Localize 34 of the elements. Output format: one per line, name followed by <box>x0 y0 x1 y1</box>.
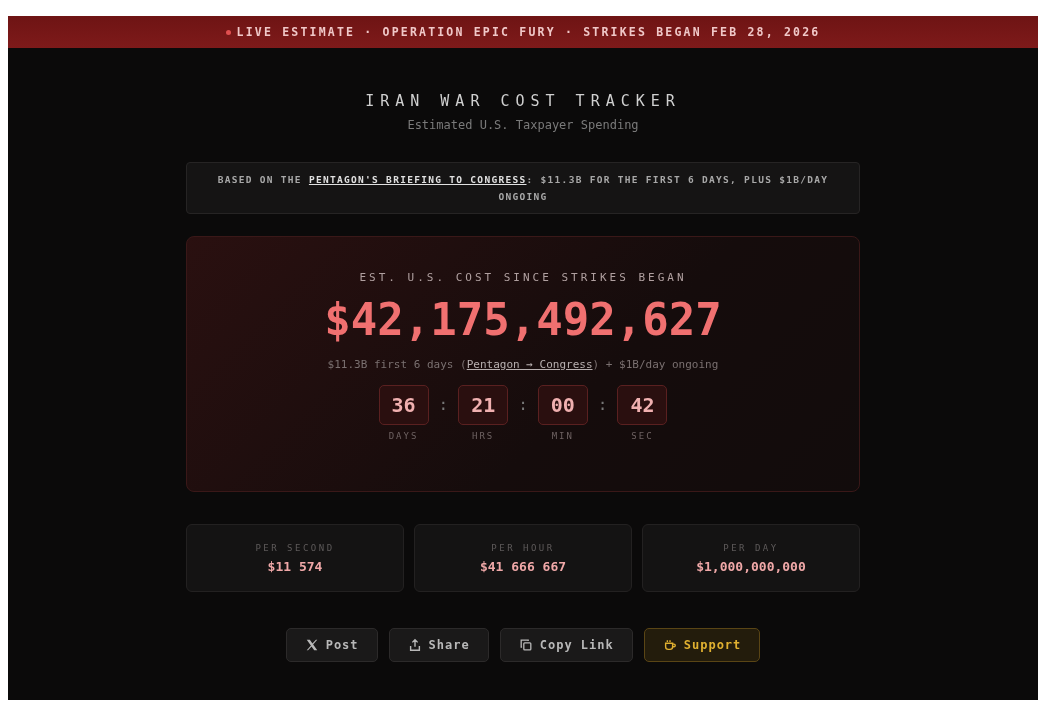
time-value: 36 <box>378 385 429 425</box>
page-title: IRAN WAR COST TRACKER <box>365 92 681 110</box>
share-button[interactable]: Share <box>388 628 489 662</box>
rate-label: PER HOUR <box>491 542 555 553</box>
rate-label: PER DAY <box>723 542 779 553</box>
time-separator: : <box>518 394 528 416</box>
time-value: 00 <box>537 385 588 425</box>
time-unit-label: SEC <box>631 431 654 441</box>
time-value: 42 <box>617 385 668 425</box>
cost-amount: $42,175,492,627 <box>324 298 722 342</box>
rate-value: $11 574 <box>267 558 323 574</box>
rate-value: $1,000,000,000 <box>696 558 806 574</box>
copy-icon <box>518 638 533 652</box>
time-unit-label: MIN <box>551 431 574 441</box>
copy-link-button[interactable]: Copy Link <box>499 628 633 662</box>
rate-label: PER SECOND <box>255 542 335 553</box>
cost-note: $11.3B first 6 days (Pentagon → Congress) + $1B/day ongoing <box>327 358 719 371</box>
time-value: 21 <box>458 385 509 425</box>
time-unit-label: HRS <box>472 431 495 441</box>
post-button[interactable]: Post <box>285 628 378 662</box>
notice-text: BASED ON THE PENTAGON'S BRIEFING TO CONGRESS: $11.3B FOR THE FIRST 6 DAYS, PLUS $1B/DAY ONGOING <box>216 173 830 204</box>
cup-icon <box>662 638 677 652</box>
page-subtitle: Estimated U.S. Taxpayer Spending <box>407 118 639 132</box>
time-unit-label: DAYS <box>388 431 419 441</box>
briefing-link[interactable]: PENTAGON'S BRIEFING TO CONGRESS <box>308 174 527 185</box>
support-button[interactable]: Support <box>643 628 761 662</box>
x-logo-icon <box>304 638 319 652</box>
banner-text: LIVE ESTIMATE · OPERATION EPIC FURY · STRIKES BEGAN FEB 28, 2026 <box>236 25 821 39</box>
time-separator: : <box>438 394 449 416</box>
cost-label: EST. U.S. COST SINCE STRIKES BEGAN <box>359 271 687 284</box>
share-icon <box>407 638 422 652</box>
time-separator: : <box>597 394 608 416</box>
source-link[interactable]: Pentagon → Congress <box>466 358 593 371</box>
rate-value: $41 666 667 <box>479 558 567 574</box>
